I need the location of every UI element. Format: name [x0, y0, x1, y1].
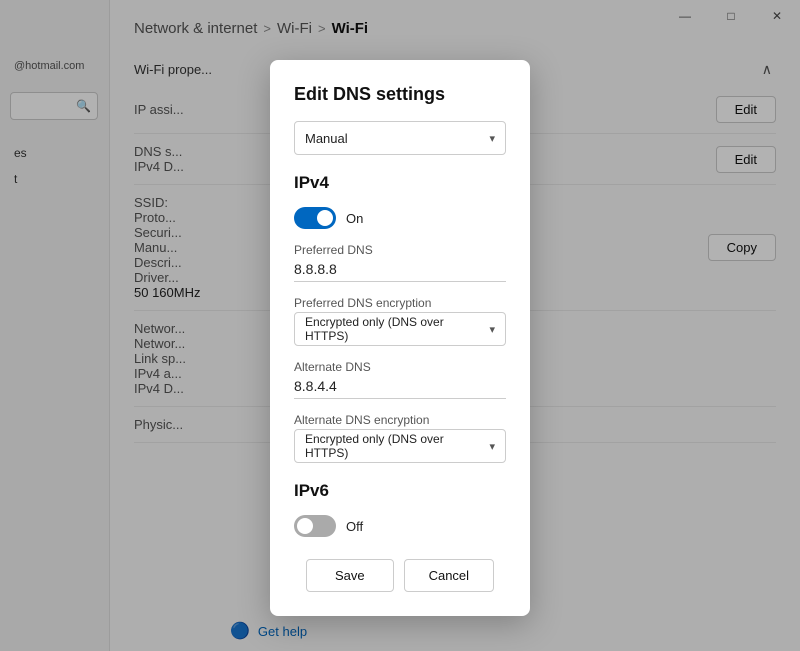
preferred-dns-group: Preferred DNS [294, 243, 506, 282]
mode-dropdown[interactable]: Manual ▾ [294, 121, 506, 155]
ipv6-toggle-row: Off [294, 515, 506, 537]
ipv6-heading: IPv6 [294, 481, 506, 501]
preferred-dns-encryption-label: Preferred DNS encryption [294, 296, 506, 310]
alternate-dns-label: Alternate DNS [294, 360, 506, 374]
titlebar: — □ ✕ [662, 0, 800, 32]
pref-enc-dropdown-arrow-icon: ▾ [489, 323, 495, 336]
alt-enc-dropdown-arrow-icon: ▾ [489, 440, 495, 453]
alternate-dns-input[interactable] [294, 376, 506, 399]
ipv6-toggle-thumb [297, 518, 313, 534]
edit-dns-dialog: Edit DNS settings Manual ▾ IPv4 On Prefe… [270, 60, 530, 616]
mode-dropdown-value: Manual [305, 131, 348, 146]
ipv6-toggle-label: Off [346, 519, 363, 534]
dialog-footer: Save Cancel [294, 559, 506, 592]
ipv4-toggle[interactable] [294, 207, 336, 229]
maximize-button[interactable]: □ [708, 0, 754, 32]
ipv4-heading: IPv4 [294, 173, 506, 193]
preferred-dns-encryption-group: Preferred DNS encryption Encrypted only … [294, 296, 506, 346]
preferred-dns-input[interactable] [294, 259, 506, 282]
ipv4-toggle-thumb [317, 210, 333, 226]
alternate-dns-encryption-group: Alternate DNS encryption Encrypted only … [294, 413, 506, 463]
ipv4-toggle-label: On [346, 211, 363, 226]
preferred-dns-label: Preferred DNS [294, 243, 506, 257]
dialog-overlay: Edit DNS settings Manual ▾ IPv4 On Prefe… [0, 0, 800, 651]
alternate-dns-group: Alternate DNS [294, 360, 506, 399]
alternate-dns-encryption-value: Encrypted only (DNS over HTTPS) [305, 432, 489, 460]
minimize-button[interactable]: — [662, 0, 708, 32]
alternate-dns-encryption-label: Alternate DNS encryption [294, 413, 506, 427]
save-button[interactable]: Save [306, 559, 394, 592]
alternate-dns-encryption-dropdown[interactable]: Encrypted only (DNS over HTTPS) ▾ [294, 429, 506, 463]
close-button[interactable]: ✕ [754, 0, 800, 32]
dropdown-arrow-icon: ▾ [489, 132, 495, 145]
cancel-button[interactable]: Cancel [404, 559, 494, 592]
preferred-dns-encryption-dropdown[interactable]: Encrypted only (DNS over HTTPS) ▾ [294, 312, 506, 346]
ipv6-toggle[interactable] [294, 515, 336, 537]
ipv4-toggle-row: On [294, 207, 506, 229]
preferred-dns-encryption-value: Encrypted only (DNS over HTTPS) [305, 315, 489, 343]
dialog-title: Edit DNS settings [294, 84, 506, 105]
